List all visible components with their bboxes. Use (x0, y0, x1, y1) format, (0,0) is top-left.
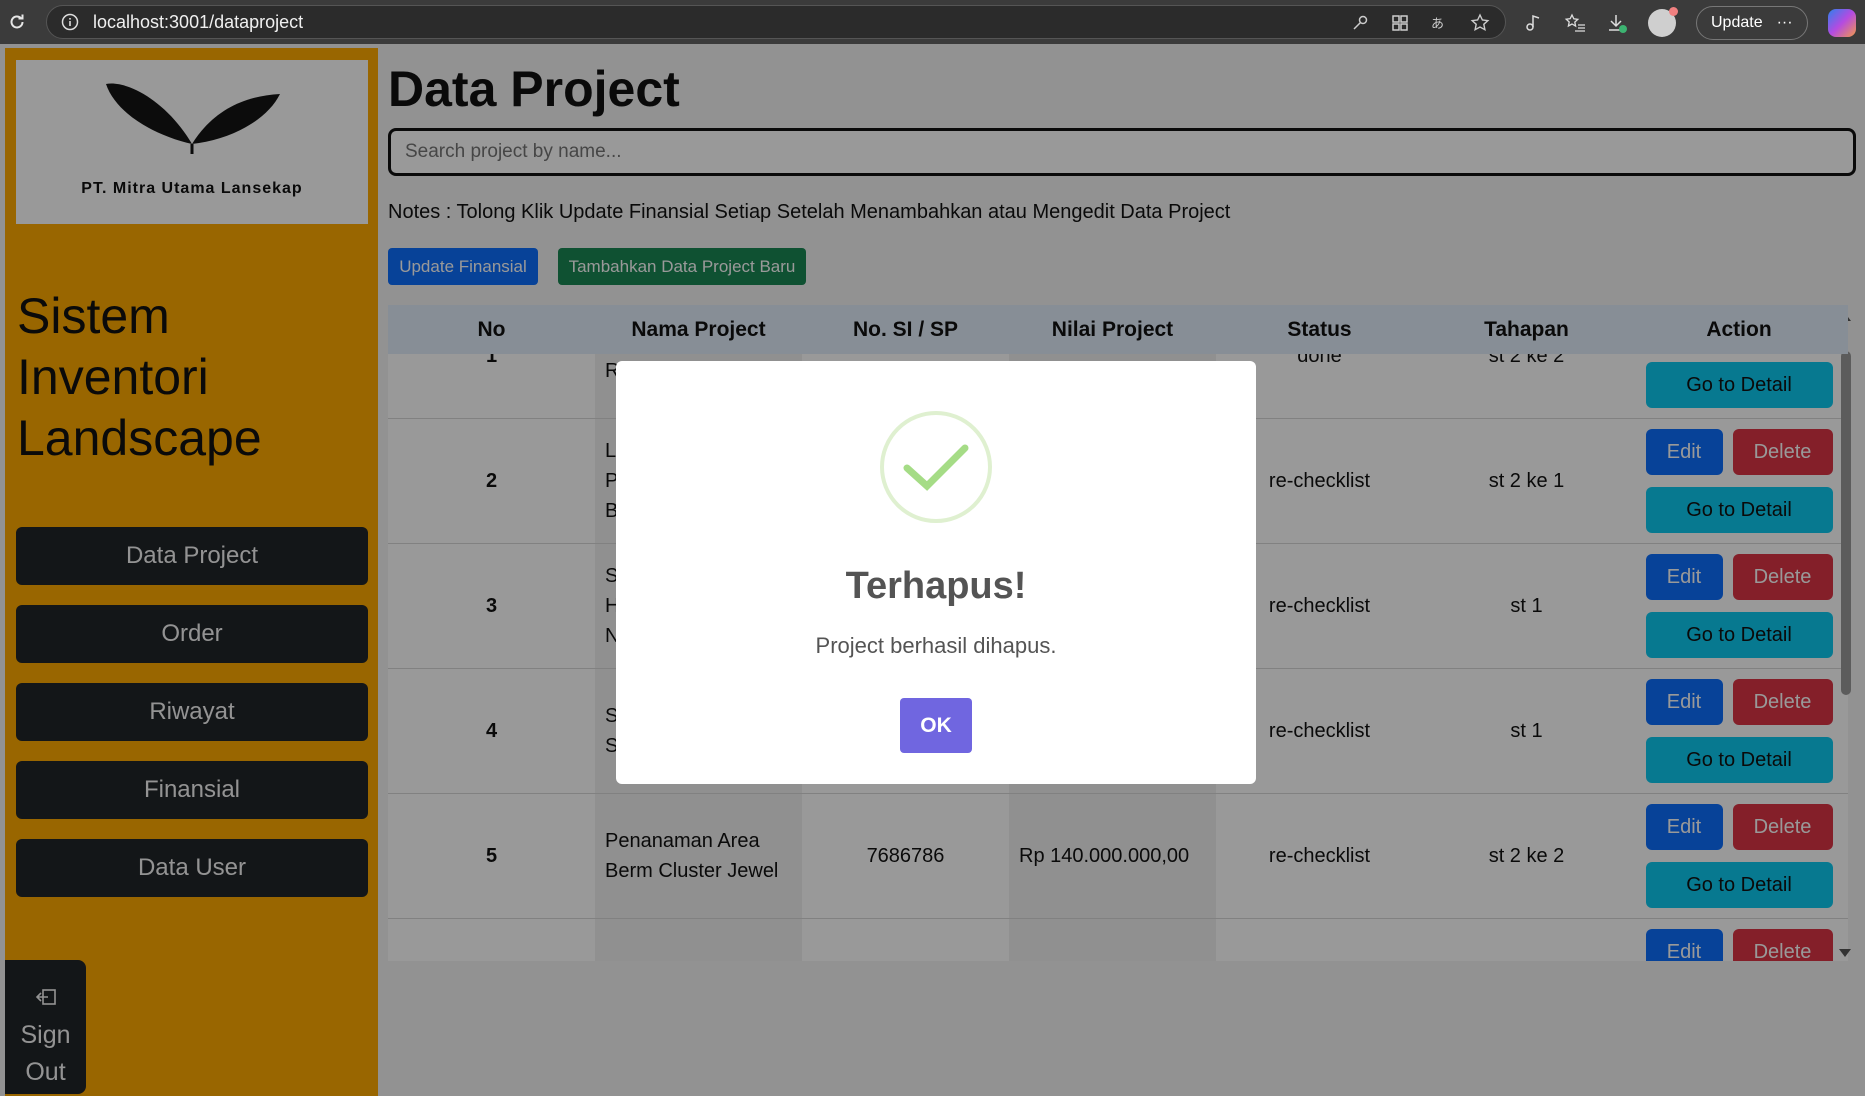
media-icon[interactable] (1522, 12, 1544, 34)
url-text: localhost:3001/dataproject (93, 11, 304, 32)
success-check-icon (880, 411, 992, 523)
translate-icon[interactable]: あ (1429, 12, 1451, 34)
copilot-icon[interactable] (1827, 9, 1856, 37)
dialog-message: Project berhasil dihapus. (815, 633, 1057, 658)
address-bar[interactable]: localhost:3001/dataproject あ (46, 5, 1506, 39)
delete-success-dialog: Terhapus! Project berhasil dihapus. OK (616, 361, 1256, 784)
update-label: Update (1711, 14, 1763, 31)
favorite-star-icon[interactable] (1469, 12, 1491, 34)
browser-update-button[interactable]: Update ··· (1696, 6, 1808, 40)
profile-avatar[interactable] (1648, 7, 1678, 37)
more-options-icon[interactable]: ··· (1777, 14, 1793, 32)
site-info-icon[interactable] (61, 13, 79, 31)
svg-text:あ: あ (1431, 17, 1444, 32)
downloads-icon[interactable] (1606, 12, 1628, 34)
reload-icon[interactable] (2, 7, 32, 37)
dialog-title: Terhapus! (845, 565, 1027, 607)
favorites-list-icon[interactable] (1564, 12, 1586, 34)
browser-toolbar: localhost:3001/dataproject あ Update ··· (0, 0, 1865, 44)
key-icon[interactable] (1349, 12, 1371, 34)
dialog-ok-button[interactable]: OK (900, 698, 972, 753)
app-available-icon[interactable] (1389, 12, 1411, 34)
